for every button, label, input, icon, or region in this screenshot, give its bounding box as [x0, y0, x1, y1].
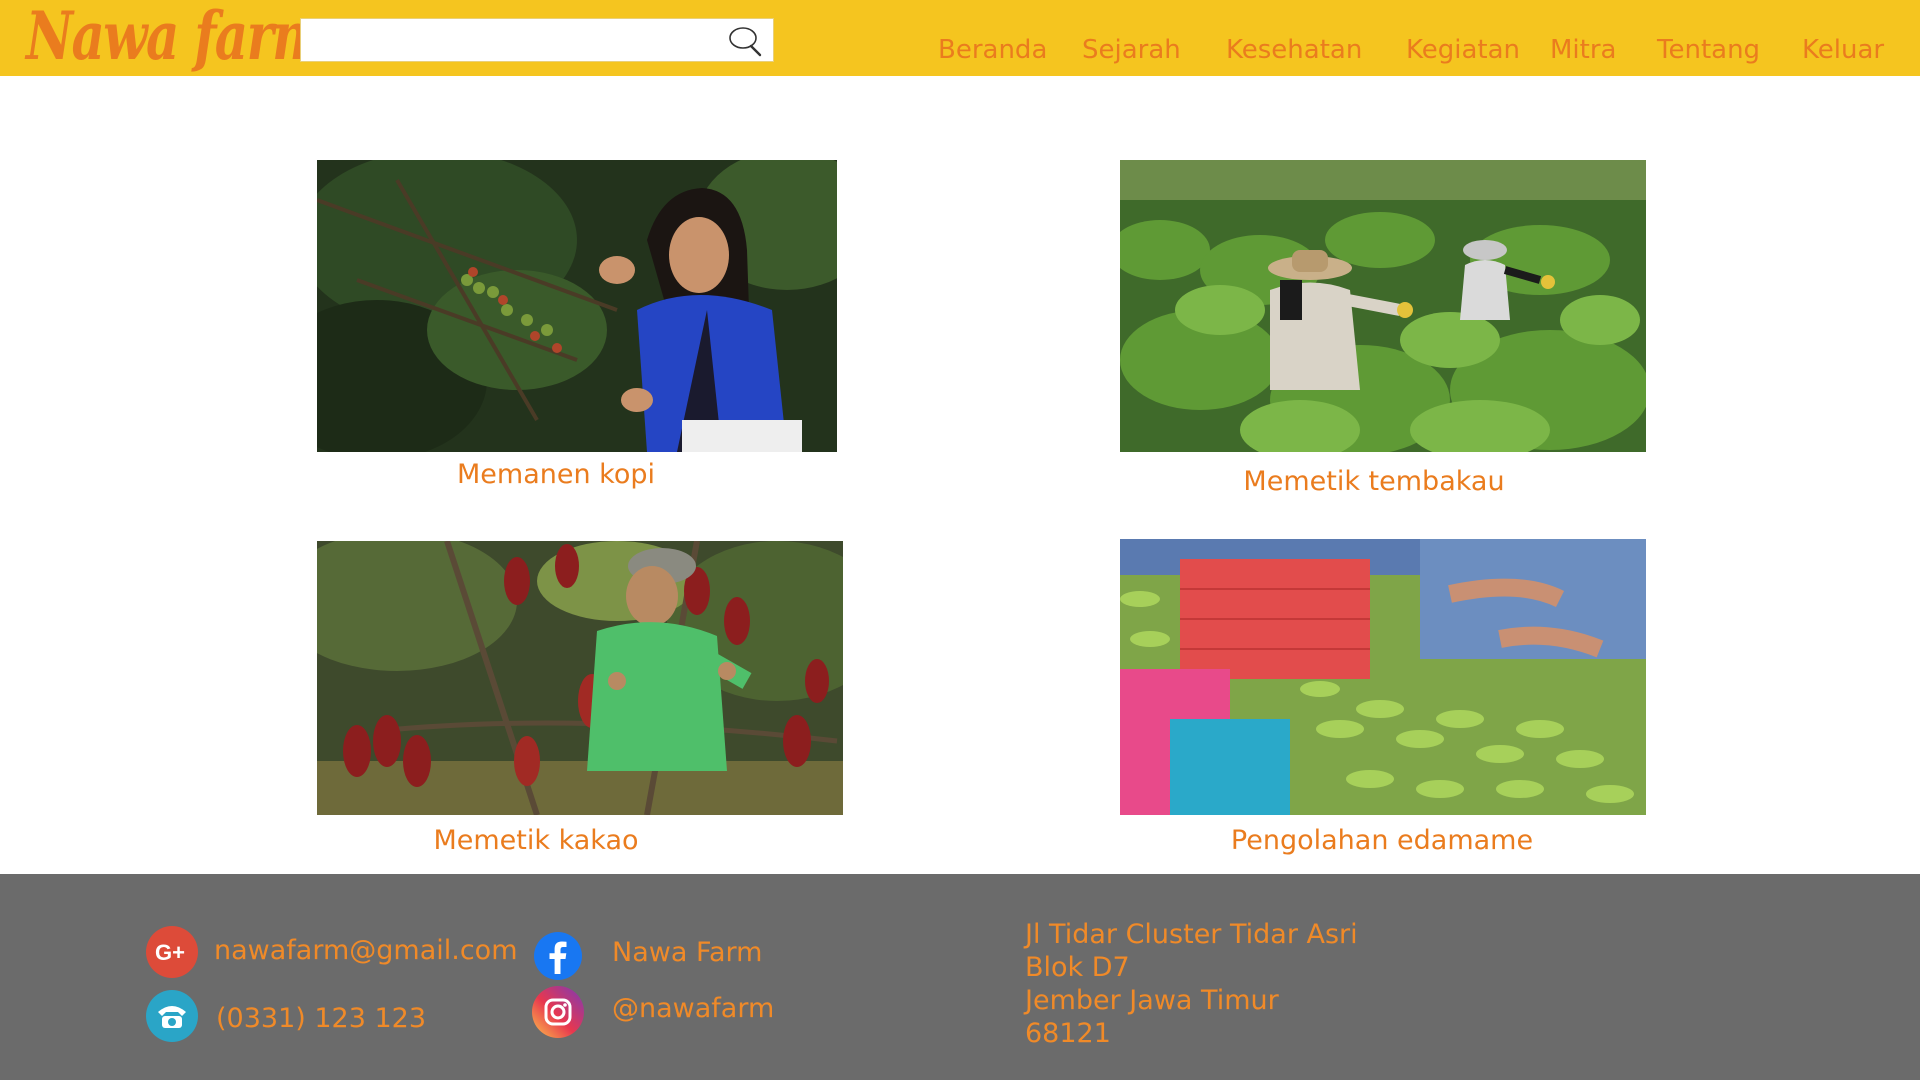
address-line: 68121: [1025, 1018, 1111, 1049]
search-icon[interactable]: [727, 24, 763, 58]
top-navbar: Nawa farm Beranda Sejarah Kesehatan Kegi…: [0, 0, 1920, 76]
address-line: Blok D7: [1025, 952, 1130, 983]
edamame-processing-photo: [1120, 539, 1646, 815]
cocoa-picking-photo: [317, 541, 843, 815]
nav-item-sejarah[interactable]: Sejarah: [1082, 30, 1181, 70]
nav-item-beranda[interactable]: Beranda: [938, 30, 1047, 70]
footer-address: Jl Tidar Cluster Tidar Asri Blok D7 Jemb…: [1025, 918, 1358, 1050]
address-line: Jember Jawa Timur: [1025, 985, 1279, 1016]
svg-text:G+: G+: [155, 940, 185, 965]
gallery-caption: Memetik kakao: [433, 825, 639, 856]
nav-item-keluar[interactable]: Keluar: [1802, 30, 1884, 70]
phone-icon[interactable]: [146, 990, 198, 1042]
facebook-icon[interactable]: [532, 930, 584, 982]
nav-item-tentang[interactable]: Tentang: [1657, 30, 1760, 70]
nav-item-kesehatan[interactable]: Kesehatan: [1226, 30, 1362, 70]
footer: G+ nawafarm@gmail.com (0331) 123 123 Naw…: [0, 874, 1920, 1080]
instagram-icon[interactable]: [532, 986, 584, 1038]
footer-facebook[interactable]: Nawa Farm: [612, 936, 762, 970]
gallery-caption: Pengolahan edamame: [1230, 825, 1534, 856]
address-line: Jl Tidar Cluster Tidar Asri: [1025, 919, 1358, 950]
search-input[interactable]: [301, 19, 725, 61]
footer-email[interactable]: nawafarm@gmail.com: [214, 934, 518, 968]
nav-item-kegiatan[interactable]: Kegiatan: [1406, 30, 1520, 70]
brand-logo[interactable]: Nawa farm: [26, 0, 327, 74]
footer-instagram[interactable]: @nawafarm: [612, 992, 774, 1026]
google-plus-icon[interactable]: G+: [146, 926, 198, 978]
gallery-caption: Memetik tembakau: [1243, 466, 1505, 497]
coffee-harvest-photo: [317, 160, 837, 452]
footer-phone[interactable]: (0331) 123 123: [216, 1002, 426, 1036]
nav-item-mitra[interactable]: Mitra: [1550, 30, 1616, 70]
tobacco-picking-photo: [1120, 160, 1646, 452]
gallery-caption: Memanen kopi: [456, 459, 656, 490]
search-box: [300, 18, 774, 62]
